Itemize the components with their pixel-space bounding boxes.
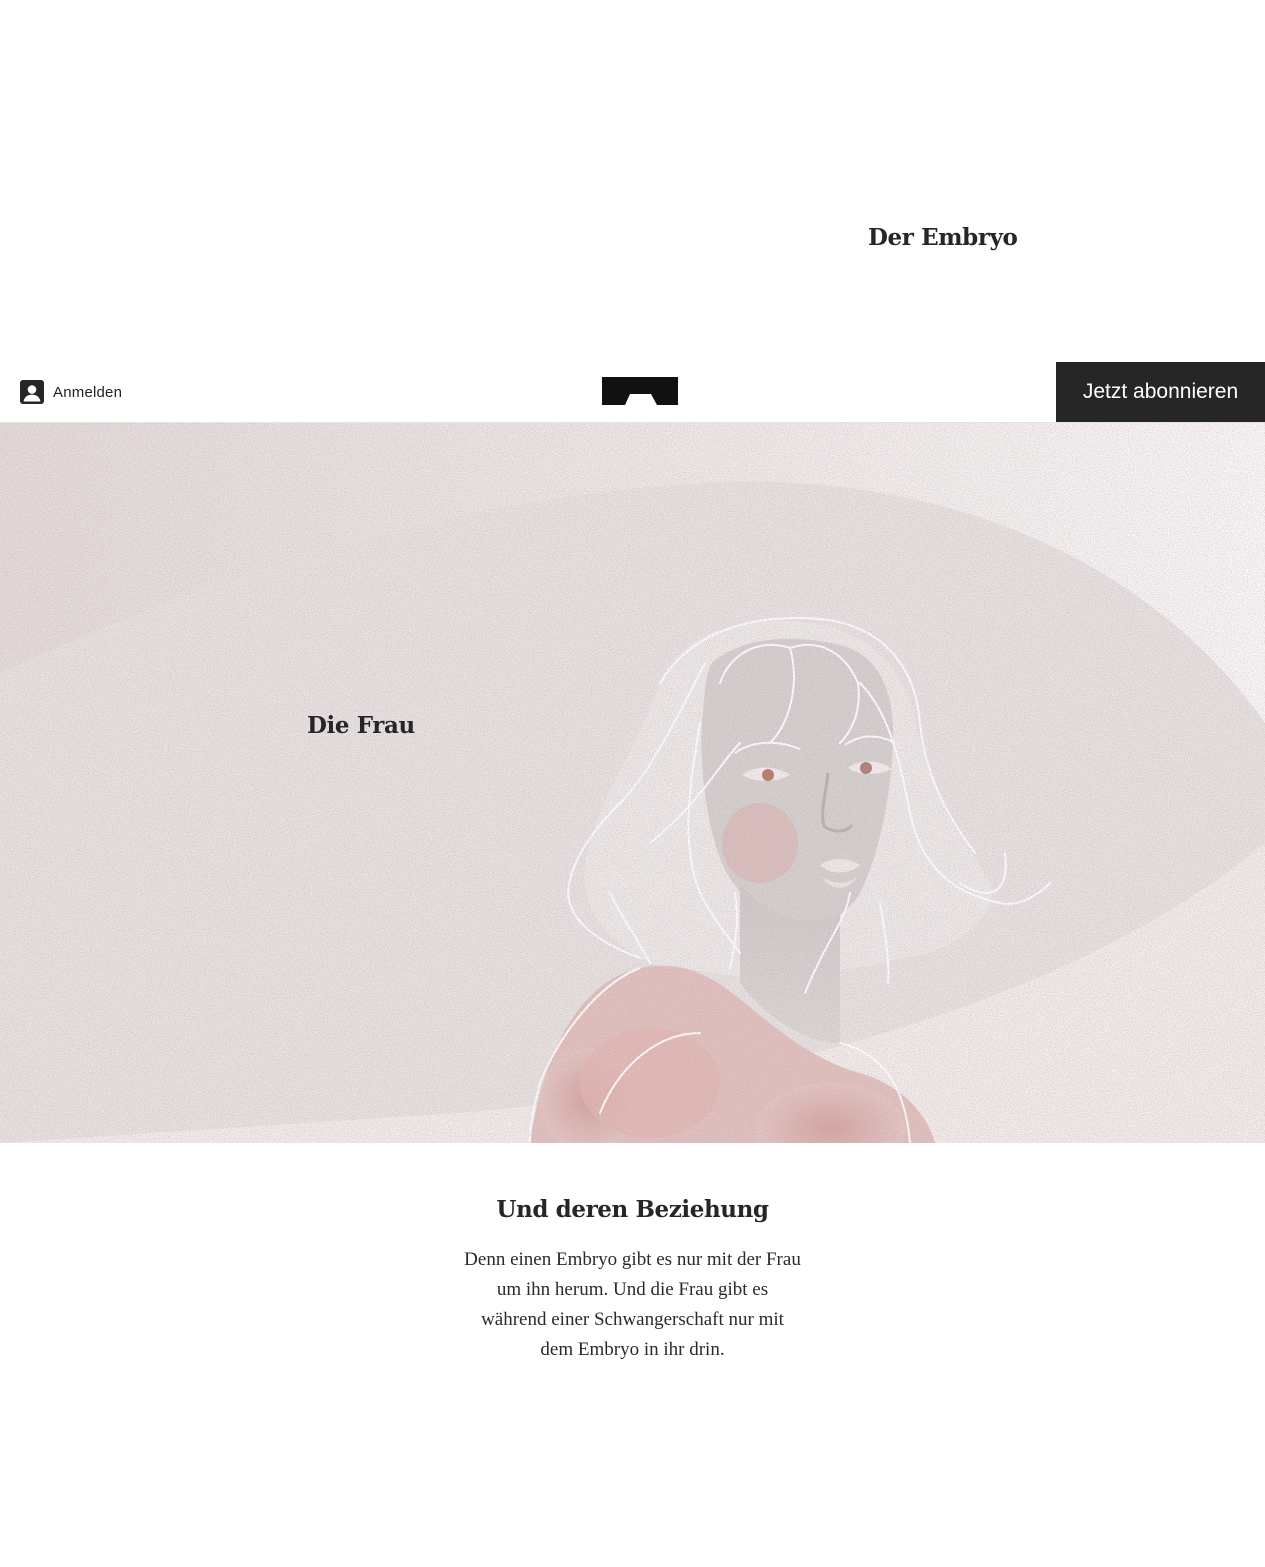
relationship-section: Und deren Beziehung Denn einen Embryo gi…: [0, 1196, 1265, 1365]
login-button[interactable]: Anmelden: [20, 380, 122, 404]
user-icon: [20, 380, 44, 404]
crown-logo-icon[interactable]: [602, 377, 678, 405]
hero-illustration-section: Die Frau: [0, 423, 1265, 1143]
section-heading-relationship: Und deren Beziehung: [496, 1196, 769, 1223]
login-label: Anmelden: [53, 383, 123, 401]
relationship-paragraph: Denn einen Embryo gibt es nur mit der Fr…: [464, 1249, 801, 1360]
section-heading-embryo: Der Embryo: [868, 224, 1018, 251]
subscribe-button[interactable]: Jetzt abonnieren: [1056, 362, 1265, 422]
section-heading-frau: Die Frau: [307, 712, 415, 739]
top-navigation-bar: Anmelden Jetzt abonnieren: [0, 362, 1265, 423]
woman-illustration: [0, 423, 1265, 1143]
